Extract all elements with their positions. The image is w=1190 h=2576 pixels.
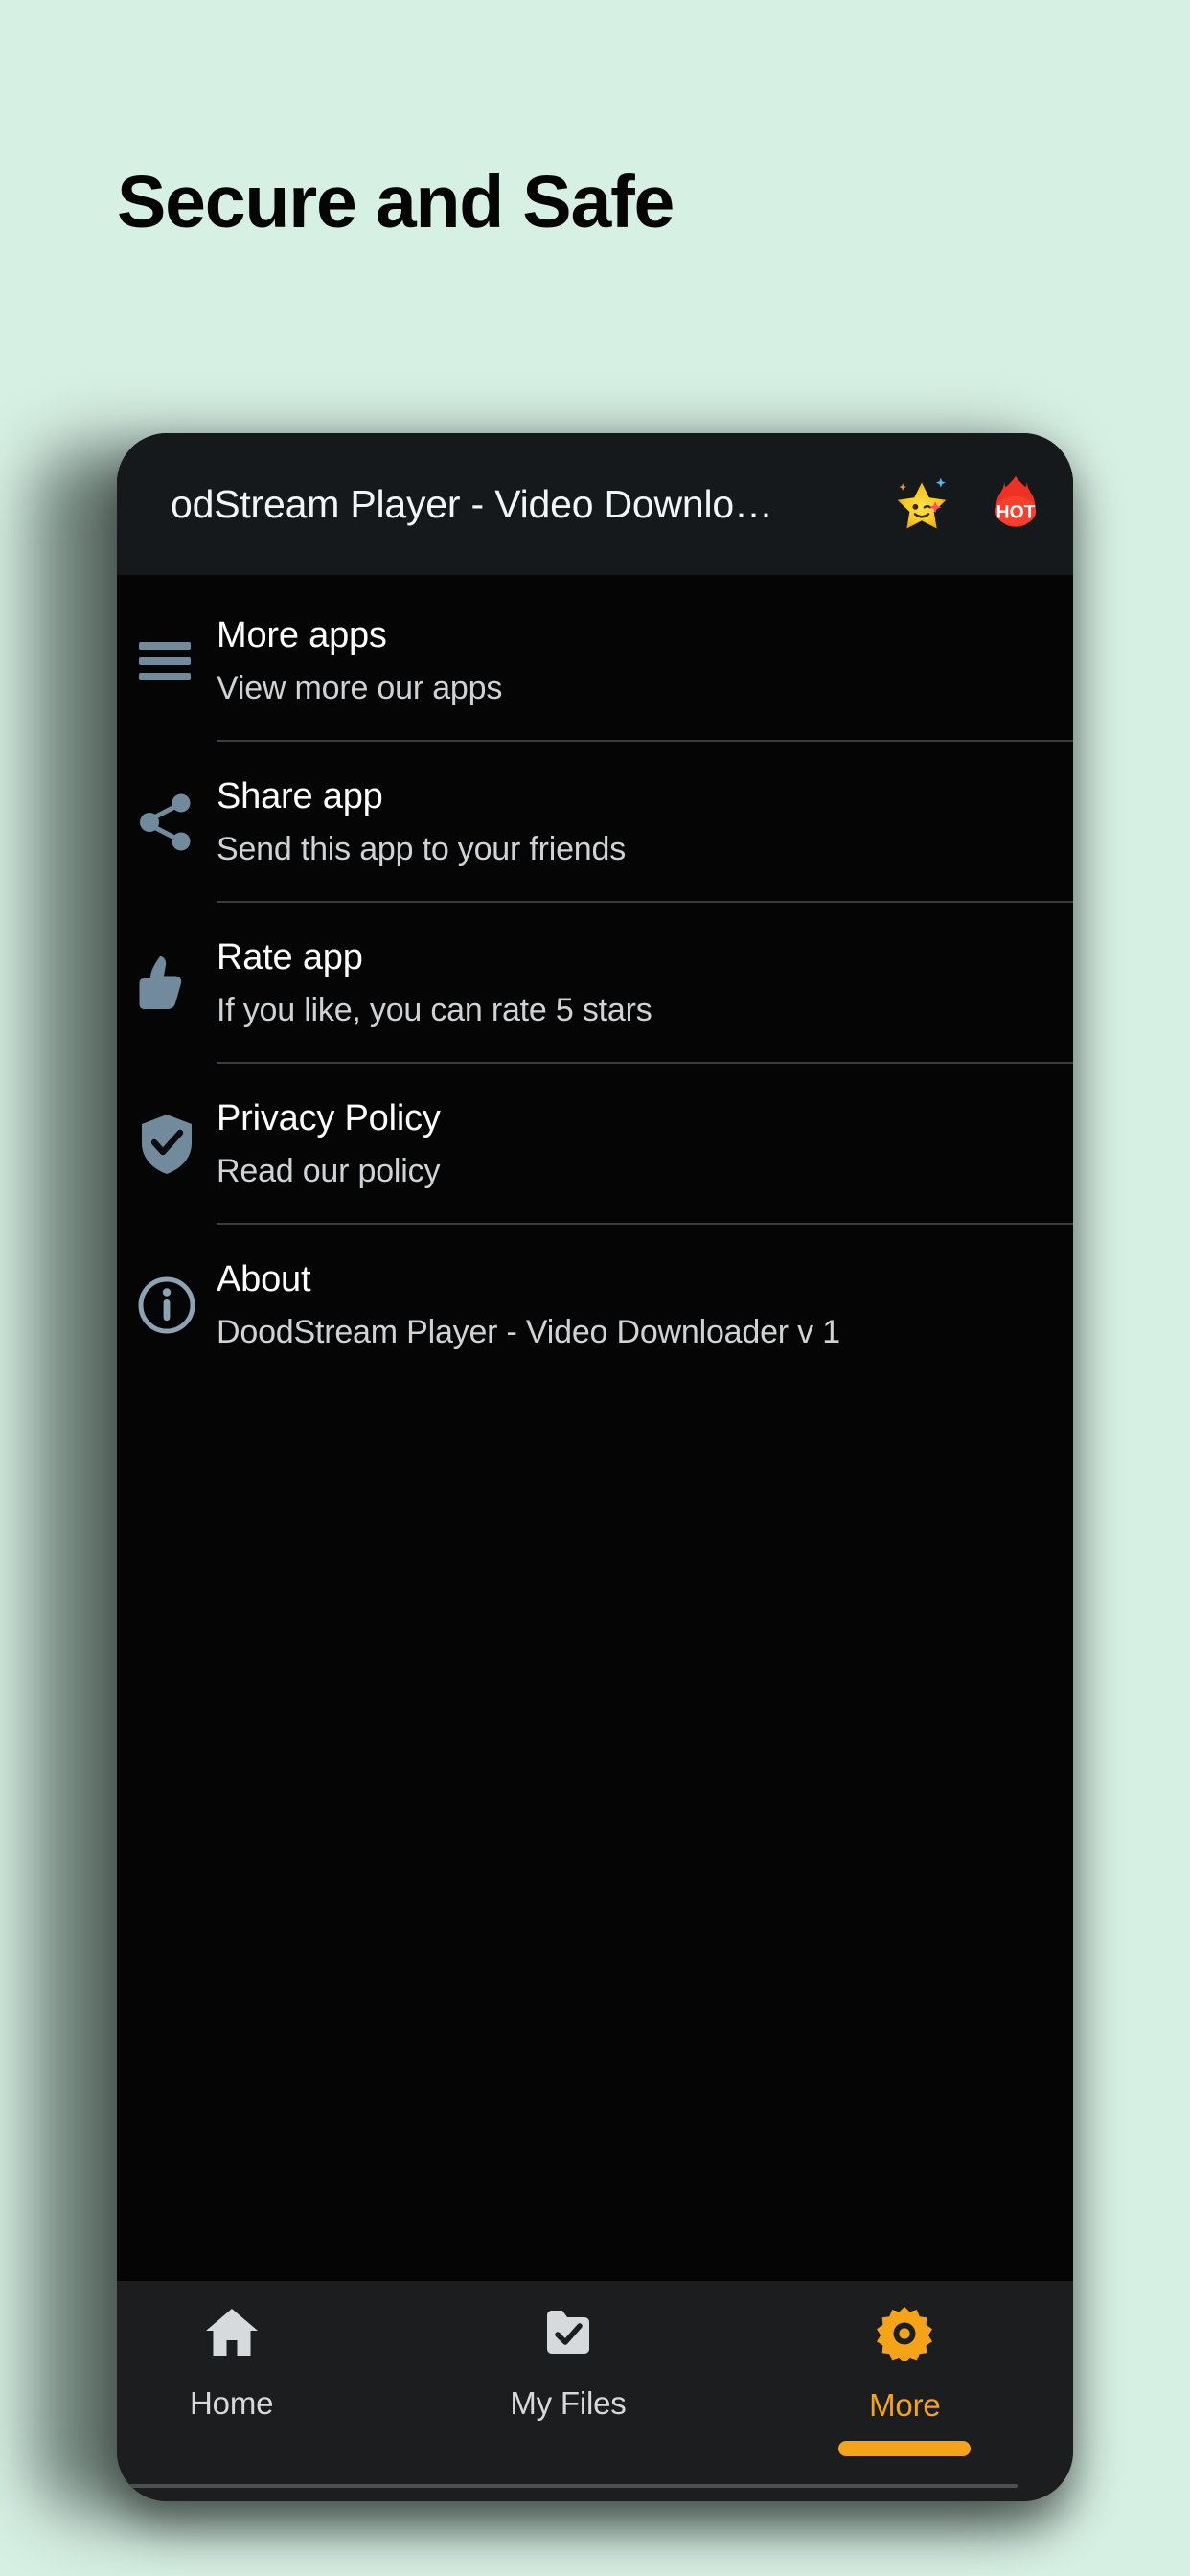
- screenshot-root: Secure and Safe odStream Player - Video …: [0, 0, 1190, 2576]
- nav-tab-label: Home: [190, 2385, 274, 2421]
- nav-tab-home[interactable]: Home: [117, 2306, 400, 2422]
- menu-item-text-block: About DoodStream Player - Video Download…: [217, 1225, 1073, 1386]
- menu-item-title: Privacy Policy: [217, 1098, 441, 1139]
- home-icon: [204, 2306, 260, 2364]
- bottom-navigation-bar: Home My Files More: [117, 2281, 1073, 2501]
- nav-tab-label: More: [869, 2387, 941, 2423]
- system-gesture-bar: [119, 2484, 1018, 2488]
- hot-badge-icon[interactable]: HOT: [983, 472, 1048, 537]
- menu-item-title: Rate app: [217, 937, 363, 978]
- phone-mockup: odStream Player - Video Downlo… HOT More…: [117, 433, 1073, 2501]
- menu-item-rate-app[interactable]: Rate app If you like, you can rate 5 sta…: [117, 903, 1073, 1064]
- menu-item-title: More apps: [217, 615, 387, 656]
- menu-item-subtitle: If you like, you can rate 5 stars: [217, 991, 652, 1028]
- nav-active-indicator: [838, 2441, 972, 2456]
- nav-tab-more[interactable]: More: [737, 2306, 1073, 2456]
- thumbs-up-icon: [117, 903, 217, 1064]
- menu-item-share-app[interactable]: Share app Send this app to your friends: [117, 742, 1073, 903]
- gear-icon: [877, 2306, 933, 2366]
- menu-item-more-apps[interactable]: More apps View more our apps: [117, 581, 1073, 742]
- nav-tab-my-files[interactable]: My Files: [400, 2306, 736, 2422]
- menu-item-title: Share app: [217, 776, 383, 817]
- menu-item-subtitle: Send this app to your friends: [217, 830, 627, 867]
- hot-badge-label: HOT: [996, 503, 1036, 523]
- info-circle-icon: [117, 1225, 217, 1386]
- menu-item-text-block: More apps View more our apps: [217, 581, 1073, 742]
- phone-screen: odStream Player - Video Downlo… HOT More…: [117, 433, 1073, 2501]
- shield-check-icon: [117, 1064, 217, 1225]
- menu-item-about[interactable]: About DoodStream Player - Video Download…: [117, 1225, 1073, 1386]
- menu-item-title: About: [217, 1259, 311, 1300]
- menu-item-text-block: Privacy Policy Read our policy: [217, 1064, 1073, 1225]
- nav-tab-label: My Files: [510, 2385, 627, 2421]
- page-title: Secure and Safe: [117, 161, 675, 243]
- share-icon: [117, 742, 217, 903]
- settings-menu-list: More apps View more our apps Share app S…: [117, 575, 1073, 1386]
- folder-check-icon: [541, 2306, 595, 2364]
- menu-item-text-block: Rate app If you like, you can rate 5 sta…: [217, 903, 1073, 1064]
- menu-item-subtitle: DoodStream Player - Video Downloader v 1: [217, 1313, 840, 1350]
- app-bar-title: odStream Player - Video Downlo…: [171, 481, 773, 526]
- star-emoji-icon[interactable]: [889, 472, 954, 537]
- app-bar: odStream Player - Video Downlo… HOT: [117, 433, 1073, 575]
- hamburger-menu-icon: [117, 581, 217, 742]
- menu-item-subtitle: View more our apps: [217, 669, 503, 706]
- menu-item-subtitle: Read our policy: [217, 1152, 441, 1189]
- app-bar-actions: HOT: [889, 472, 1048, 537]
- menu-item-privacy-policy[interactable]: Privacy Policy Read our policy: [117, 1064, 1073, 1225]
- menu-item-text-block: Share app Send this app to your friends: [217, 742, 1073, 903]
